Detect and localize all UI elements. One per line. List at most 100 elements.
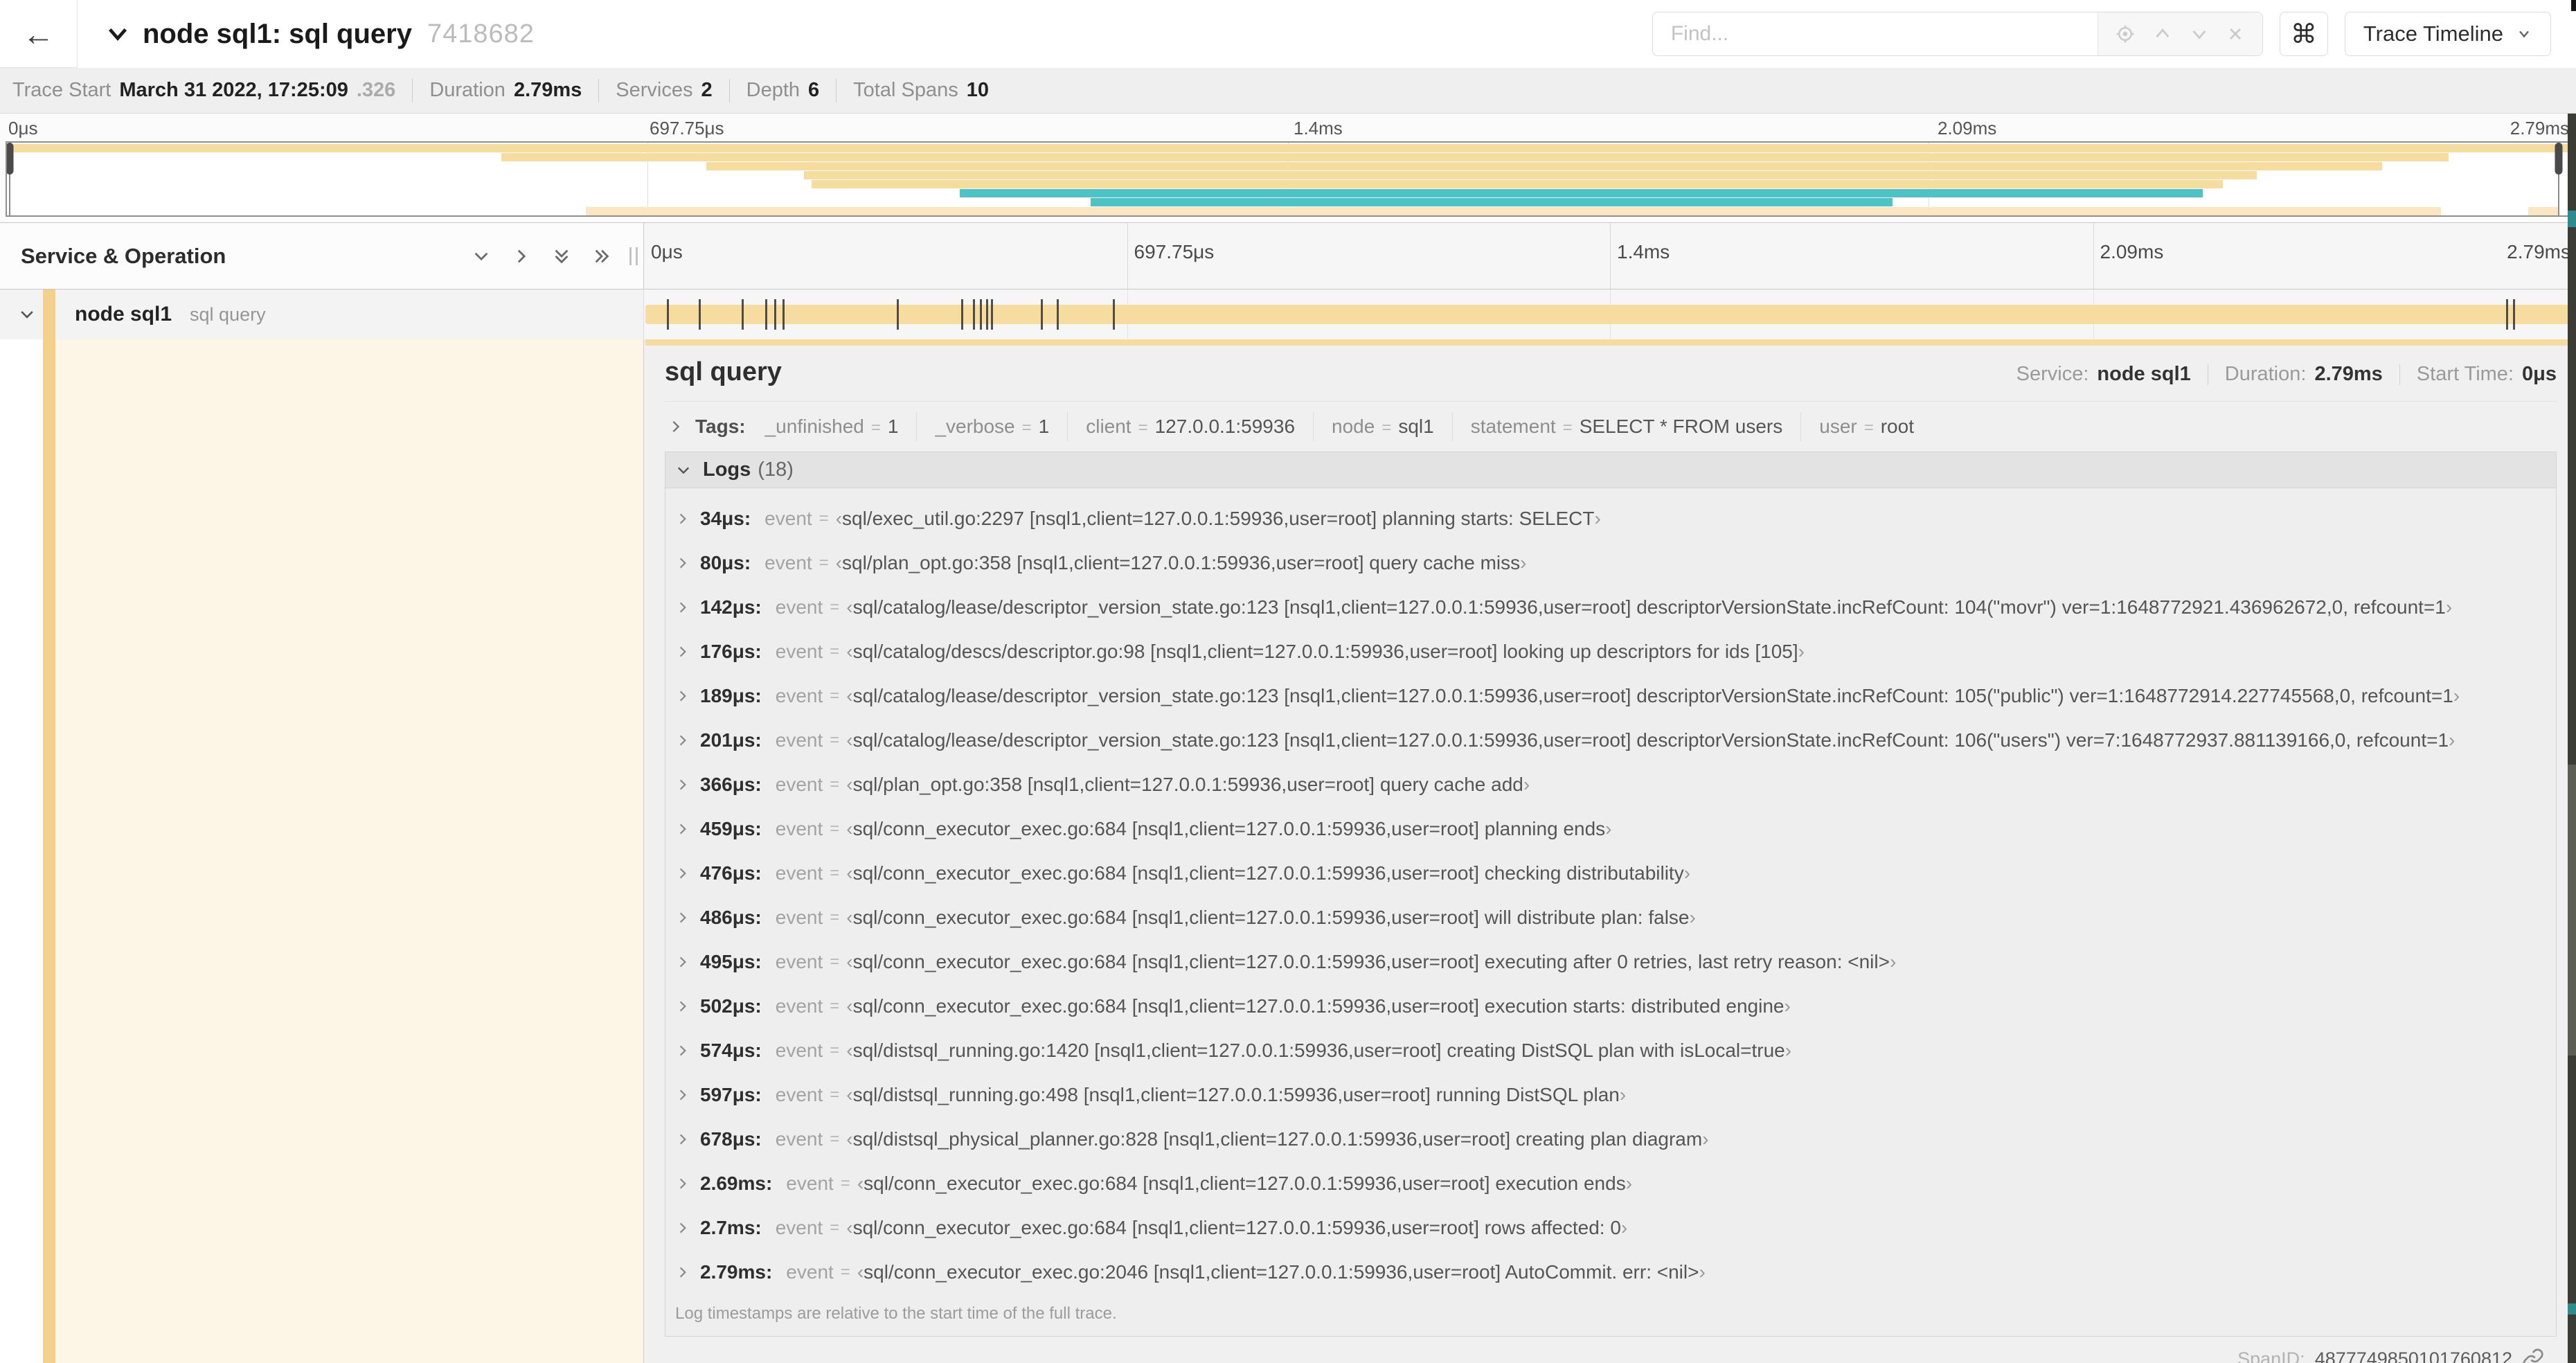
tag-item[interactable]: node = sql1 <box>1332 416 1434 438</box>
log-close-quote: › <box>1699 1261 1706 1283</box>
span-name-column[interactable]: node sql1 sql query <box>0 289 644 339</box>
log-field-key: event <box>775 1040 823 1061</box>
span-detail-duration-bar <box>645 339 2570 346</box>
summary-item: Duration 2.79ms <box>429 79 582 102</box>
minimap-right-scrubber[interactable] <box>2555 143 2563 215</box>
tag-value: SELECT * FROM users <box>1579 416 1783 437</box>
tags-accordion[interactable]: Tags: _unfinished = 1 _verbose = 1 client = 127.… <box>665 402 2557 452</box>
expand-all-button[interactable] <box>592 247 611 266</box>
log-row[interactable]: 476μs: event = ‹ sql/conn_executor_exec.go:6… <box>665 851 2556 896</box>
find-next-button[interactable] <box>2190 24 2209 44</box>
summary-value: 2 <box>701 79 713 101</box>
log-marker-tick <box>2506 299 2509 330</box>
minimap-tick-labels: 0μs 697.75μs 1.4ms 2.09ms 2.79ms <box>0 118 2576 140</box>
log-row[interactable]: 2.79ms: event = ‹ sql/conn_executor_exec.go:… <box>665 1250 2556 1294</box>
trace-view-selector-label: Trace Timeline <box>2363 21 2503 46</box>
log-open-quote: ‹ <box>846 951 853 972</box>
keyboard-shortcuts-button[interactable]: ⌘ <box>2279 12 2328 56</box>
focus-match-button[interactable] <box>2115 24 2136 44</box>
collapse-all-deep-button[interactable] <box>552 247 571 266</box>
log-row[interactable]: 459μs: event = ‹ sql/conn_executor_exec.go:6… <box>665 807 2556 851</box>
tag-separator <box>1067 412 1068 441</box>
chevron-right-icon <box>675 644 690 659</box>
tag-equals: = <box>870 418 881 437</box>
scrubber-handle[interactable] <box>7 143 14 175</box>
ruler-tick-label: 1.4ms <box>1617 241 1670 262</box>
tag-value: 1 <box>1038 416 1050 437</box>
expand-one-button[interactable] <box>512 247 531 266</box>
collapse-all-button[interactable] <box>472 247 491 266</box>
log-row[interactable]: 34μs: event = ‹ sql/exec_util.go:2297 [nsql1… <box>665 497 2556 541</box>
ruler-tick-line <box>1610 223 1611 289</box>
span-color-stripe <box>43 339 55 1363</box>
back-button[interactable]: ← <box>0 0 78 68</box>
log-timestamp: 176μs: <box>700 641 762 662</box>
span-row[interactable]: node sql1 sql query <box>0 289 2576 339</box>
log-close-quote: › <box>1594 508 1601 529</box>
find-prev-button[interactable] <box>2153 24 2172 44</box>
find-input[interactable] <box>1652 12 2098 55</box>
clear-find-button[interactable] <box>2226 24 2245 44</box>
tag-separator <box>1451 412 1453 441</box>
logs-header[interactable]: Logs (18) <box>665 452 2556 488</box>
deep-link-button[interactable] <box>2522 1348 2544 1363</box>
tag-item[interactable]: statement = SELECT * FROM users <box>1471 416 1783 438</box>
log-row[interactable]: 366μs: event = ‹ sql/plan_opt.go:358 [nsql1,… <box>665 763 2556 807</box>
ruler-tick-label: 697.75μs <box>1134 241 1215 262</box>
minimap-canvas[interactable] <box>6 141 2570 217</box>
log-close-quote: › <box>1520 552 1527 573</box>
log-row[interactable]: 2.69ms: event = ‹ sql/conn_executor_exec.go:… <box>665 1161 2556 1206</box>
tag-equals: = <box>1138 418 1148 437</box>
log-row[interactable]: 678μs: event = ‹ sql/distsql_physical_planne… <box>665 1117 2556 1161</box>
scrubber-handle[interactable] <box>2555 143 2563 175</box>
log-marker-tick <box>667 299 670 330</box>
log-field-key: event <box>775 729 823 751</box>
summary-item: Services 2 <box>616 79 712 102</box>
column-resizer-handle[interactable] <box>629 247 638 265</box>
trace-view-selector[interactable]: Trace Timeline <box>2344 12 2551 56</box>
chevron-right-icon <box>675 821 690 837</box>
crosshair-icon <box>2116 25 2134 43</box>
log-equals: = <box>830 952 840 971</box>
tag-value: 127.0.0.1:59936 <box>1154 416 1296 437</box>
minimap-span-row <box>7 207 2569 215</box>
log-marker-tick <box>1112 299 1115 330</box>
chevron-down-icon <box>2192 30 2206 39</box>
log-field-key: event <box>775 951 823 972</box>
span-collapse-toggle[interactable] <box>18 305 36 323</box>
log-marker-tick <box>1040 299 1043 330</box>
log-row[interactable]: 502μs: event = ‹ sql/conn_executor_exec.go:6… <box>665 984 2556 1028</box>
meta-separator <box>2399 364 2400 385</box>
log-row[interactable]: 142μs: event = ‹ sql/catalog/lease/descripto… <box>665 585 2556 630</box>
log-row[interactable]: 201μs: event = ‹ sql/catalog/lease/descripto… <box>665 718 2556 763</box>
collapse-trace-button[interactable] <box>107 23 129 45</box>
log-timestamp: 678μs: <box>700 1128 762 1150</box>
log-field-value: sql/conn_executor_exec.go:684 [nsql1,cli… <box>864 1173 1626 1194</box>
log-marker-tick <box>765 299 768 330</box>
log-marker-tick <box>897 299 900 330</box>
log-row[interactable]: 574μs: event = ‹ sql/distsql_running.go:1420… <box>665 1028 2556 1073</box>
log-row[interactable]: 2.7ms: event = ‹ sql/conn_executor_exec.go:6… <box>665 1206 2556 1250</box>
log-row[interactable]: 486μs: event = ‹ sql/conn_executor_exec.go:6… <box>665 896 2556 940</box>
log-row[interactable]: 597μs: event = ‹ sql/distsql_running.go:498 … <box>665 1073 2556 1117</box>
tag-item[interactable]: _unfinished = 1 <box>765 416 899 438</box>
log-field-value: sql/plan_opt.go:358 [nsql1,client=127.0.… <box>852 774 1523 795</box>
detail-left-fill <box>55 339 643 1363</box>
log-row[interactable]: 189μs: event = ‹ sql/catalog/lease/descripto… <box>665 674 2556 718</box>
span-duration-bar[interactable] <box>645 305 2570 324</box>
tag-key: user <box>1819 416 1857 437</box>
minimap-span-rows <box>7 144 2569 215</box>
log-row[interactable]: 80μs: event = ‹ sql/plan_opt.go:358 [nsql1,c… <box>665 541 2556 585</box>
summary-value: March 31 2022, 17:25:09 <box>119 79 348 101</box>
detail-operation-title: sql query <box>665 357 782 386</box>
tag-item[interactable]: _verbose = 1 <box>935 416 1049 438</box>
span-timeline-cell[interactable] <box>644 289 2576 339</box>
tag-separator <box>1800 412 1802 441</box>
tag-item[interactable]: user = root <box>1819 416 1914 438</box>
tag-item[interactable]: client = 127.0.0.1:59936 <box>1086 416 1295 438</box>
minimap-left-scrubber[interactable] <box>7 143 14 215</box>
log-equals: = <box>830 1218 840 1237</box>
log-row[interactable]: 495μs: event = ‹ sql/conn_executor_exec.go:6… <box>665 940 2556 984</box>
minimap-tick-label: 697.75μs <box>650 118 724 139</box>
log-row[interactable]: 176μs: event = ‹ sql/catalog/descs/descripto… <box>665 630 2556 674</box>
